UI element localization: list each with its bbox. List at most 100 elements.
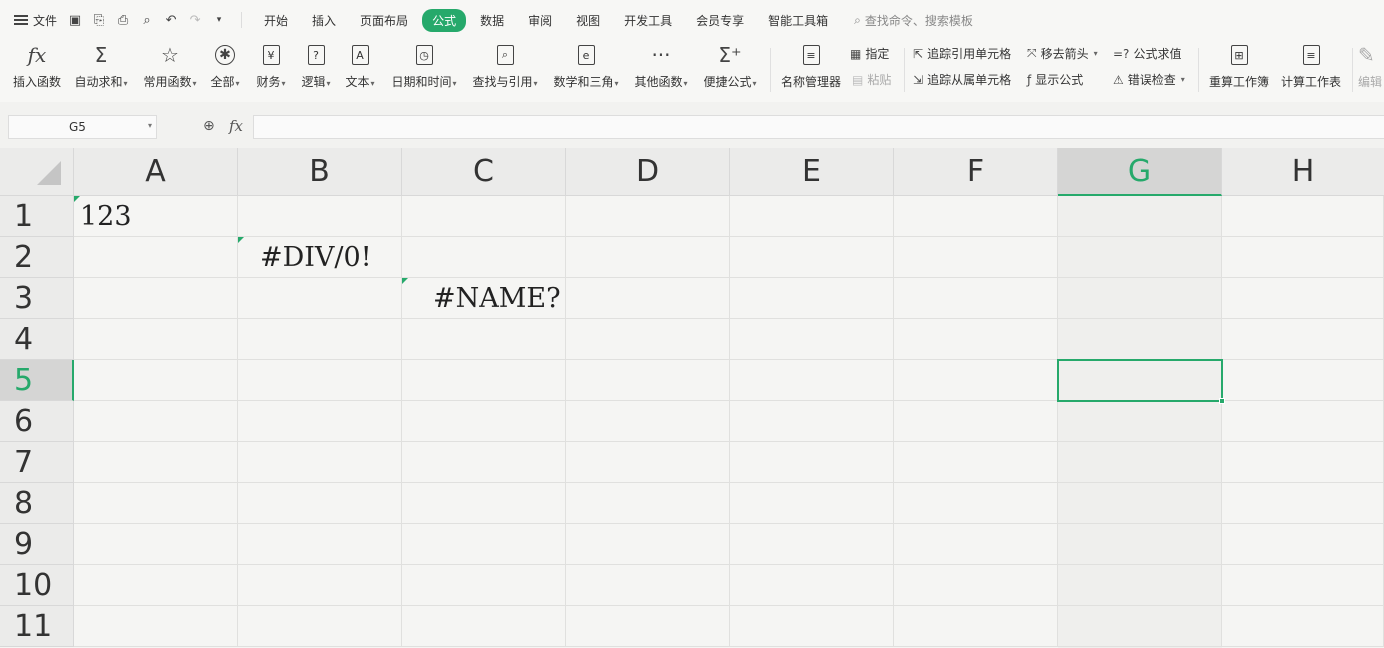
export-pdf-icon[interactable]: ⎘ (91, 12, 107, 28)
cell-b9[interactable] (238, 524, 402, 565)
cell-f2[interactable] (894, 237, 1058, 278)
tab-formulas[interactable]: 公式 (422, 8, 467, 32)
cell-c1[interactable] (402, 196, 566, 237)
cell-b7[interactable] (238, 442, 402, 483)
calc-sheet-button[interactable]: ≡ 计算工作表 (1278, 40, 1344, 102)
column-header-e[interactable]: E (730, 148, 894, 196)
row-header-3[interactable]: 3 (0, 278, 74, 319)
cell-c2[interactable] (402, 237, 566, 278)
cell-e6[interactable] (730, 401, 894, 442)
cell-g10[interactable] (1058, 565, 1222, 606)
cell-c10[interactable] (402, 565, 566, 606)
tab-insert[interactable]: 插入 (302, 9, 346, 32)
redo-icon[interactable]: ↷ (187, 12, 203, 28)
cell-f5[interactable] (894, 360, 1058, 401)
cell-f1[interactable] (894, 196, 1058, 237)
cell-d4[interactable] (566, 319, 730, 360)
tab-developer[interactable]: 开发工具 (614, 9, 682, 32)
cell-f4[interactable] (894, 319, 1058, 360)
cell-e2[interactable] (730, 237, 894, 278)
cell-f7[interactable] (894, 442, 1058, 483)
command-search[interactable]: ⌕ 查找命令、搜索模板 (854, 12, 973, 29)
cell-b5[interactable] (238, 360, 402, 401)
cell-h5[interactable] (1222, 360, 1384, 401)
chevron-down-icon[interactable]: ▾ (211, 12, 227, 28)
row-header-2[interactable]: 2 (0, 237, 74, 278)
cell-c3[interactable]: #NAME? (402, 278, 566, 319)
cell-b2[interactable]: #DIV/0! (238, 237, 402, 278)
cell-d5[interactable] (566, 360, 730, 401)
common-functions-button[interactable]: ☆ 常用函数▾ (139, 40, 201, 102)
row-header-5[interactable]: 5 (0, 360, 74, 401)
cell-g8[interactable] (1058, 483, 1222, 524)
cell-g1[interactable] (1058, 196, 1222, 237)
print-preview-icon[interactable]: ⌕ (139, 12, 155, 28)
cell-h11[interactable] (1222, 606, 1384, 647)
fx-label[interactable]: fx (229, 117, 243, 135)
cell-a5[interactable] (74, 360, 238, 401)
column-header-h[interactable]: H (1222, 148, 1384, 196)
cell-g4[interactable] (1058, 319, 1222, 360)
cell-d10[interactable] (566, 565, 730, 606)
cell-g9[interactable] (1058, 524, 1222, 565)
trace-dependents-button[interactable]: ⇲ 追踪从属单元格 (913, 71, 1011, 88)
cell-h10[interactable] (1222, 565, 1384, 606)
row-header-9[interactable]: 9 (0, 524, 74, 565)
row-header-6[interactable]: 6 (0, 401, 74, 442)
chevron-down-icon[interactable]: ▾ (148, 121, 152, 130)
cell-a11[interactable] (74, 606, 238, 647)
cell-d9[interactable] (566, 524, 730, 565)
edit-button[interactable]: ✎ 编辑 (1358, 40, 1384, 102)
cell-h4[interactable] (1222, 319, 1384, 360)
fill-handle[interactable] (1219, 398, 1225, 404)
cell-f10[interactable] (894, 565, 1058, 606)
tab-page-layout[interactable]: 页面布局 (350, 9, 418, 32)
column-header-b[interactable]: B (238, 148, 402, 196)
recalc-workbook-button[interactable]: ⊞ 重算工作簿 (1206, 40, 1272, 102)
cell-h9[interactable] (1222, 524, 1384, 565)
all-functions-button[interactable]: ✱ 全部▾ (208, 40, 242, 102)
show-formulas-button[interactable]: ƒ 显示公式 (1027, 71, 1083, 88)
cell-e1[interactable] (730, 196, 894, 237)
cell-e10[interactable] (730, 565, 894, 606)
logical-button[interactable]: ? 逻辑▾ (298, 40, 334, 102)
cell-g3[interactable] (1058, 278, 1222, 319)
zoom-icon[interactable]: ⊕ (203, 118, 215, 134)
active-cell-selection[interactable] (1057, 359, 1225, 404)
cell-e11[interactable] (730, 606, 894, 647)
cell-b4[interactable] (238, 319, 402, 360)
cell-h7[interactable] (1222, 442, 1384, 483)
cell-a3[interactable] (74, 278, 238, 319)
cell-f3[interactable] (894, 278, 1058, 319)
trace-precedents-button[interactable]: ⇱ 追踪引用单元格 (913, 45, 1011, 62)
row-header-7[interactable]: 7 (0, 442, 74, 483)
cell-b11[interactable] (238, 606, 402, 647)
other-functions-button[interactable]: ··· 其他函数▾ (631, 40, 691, 102)
text-functions-button[interactable]: A 文本▾ (342, 40, 378, 102)
cell-h3[interactable] (1222, 278, 1384, 319)
cell-e9[interactable] (730, 524, 894, 565)
cell-g7[interactable] (1058, 442, 1222, 483)
cell-f11[interactable] (894, 606, 1058, 647)
evaluate-formula-button[interactable]: =? 公式求值 (1113, 45, 1181, 62)
cell-g2[interactable] (1058, 237, 1222, 278)
name-box[interactable]: G5 ▾ (8, 115, 157, 139)
cell-f9[interactable] (894, 524, 1058, 565)
cell-a6[interactable] (74, 401, 238, 442)
cell-f6[interactable] (894, 401, 1058, 442)
quick-formula-button[interactable]: Σ⁺ 便捷公式▾ (700, 40, 760, 102)
cell-b3[interactable] (238, 278, 402, 319)
autosum-button[interactable]: Σ 自动求和▾ (70, 40, 132, 102)
paste-name-button[interactable]: ▤ 粘贴 (852, 71, 891, 88)
specify-button[interactable]: ▦ 指定 (850, 45, 889, 62)
column-header-f[interactable]: F (894, 148, 1058, 196)
remove-arrows-button[interactable]: ⤧ 移去箭头 ▾ (1027, 45, 1098, 62)
insert-function-button[interactable]: fx 插入函数 (10, 40, 64, 102)
name-manager-button[interactable]: ≡ 名称管理器 (778, 40, 844, 102)
lookup-button[interactable]: ⌕ 查找与引用▾ (469, 40, 541, 102)
cell-a2[interactable] (74, 237, 238, 278)
cell-f8[interactable] (894, 483, 1058, 524)
cell-b8[interactable] (238, 483, 402, 524)
cell-c4[interactable] (402, 319, 566, 360)
cell-h6[interactable] (1222, 401, 1384, 442)
